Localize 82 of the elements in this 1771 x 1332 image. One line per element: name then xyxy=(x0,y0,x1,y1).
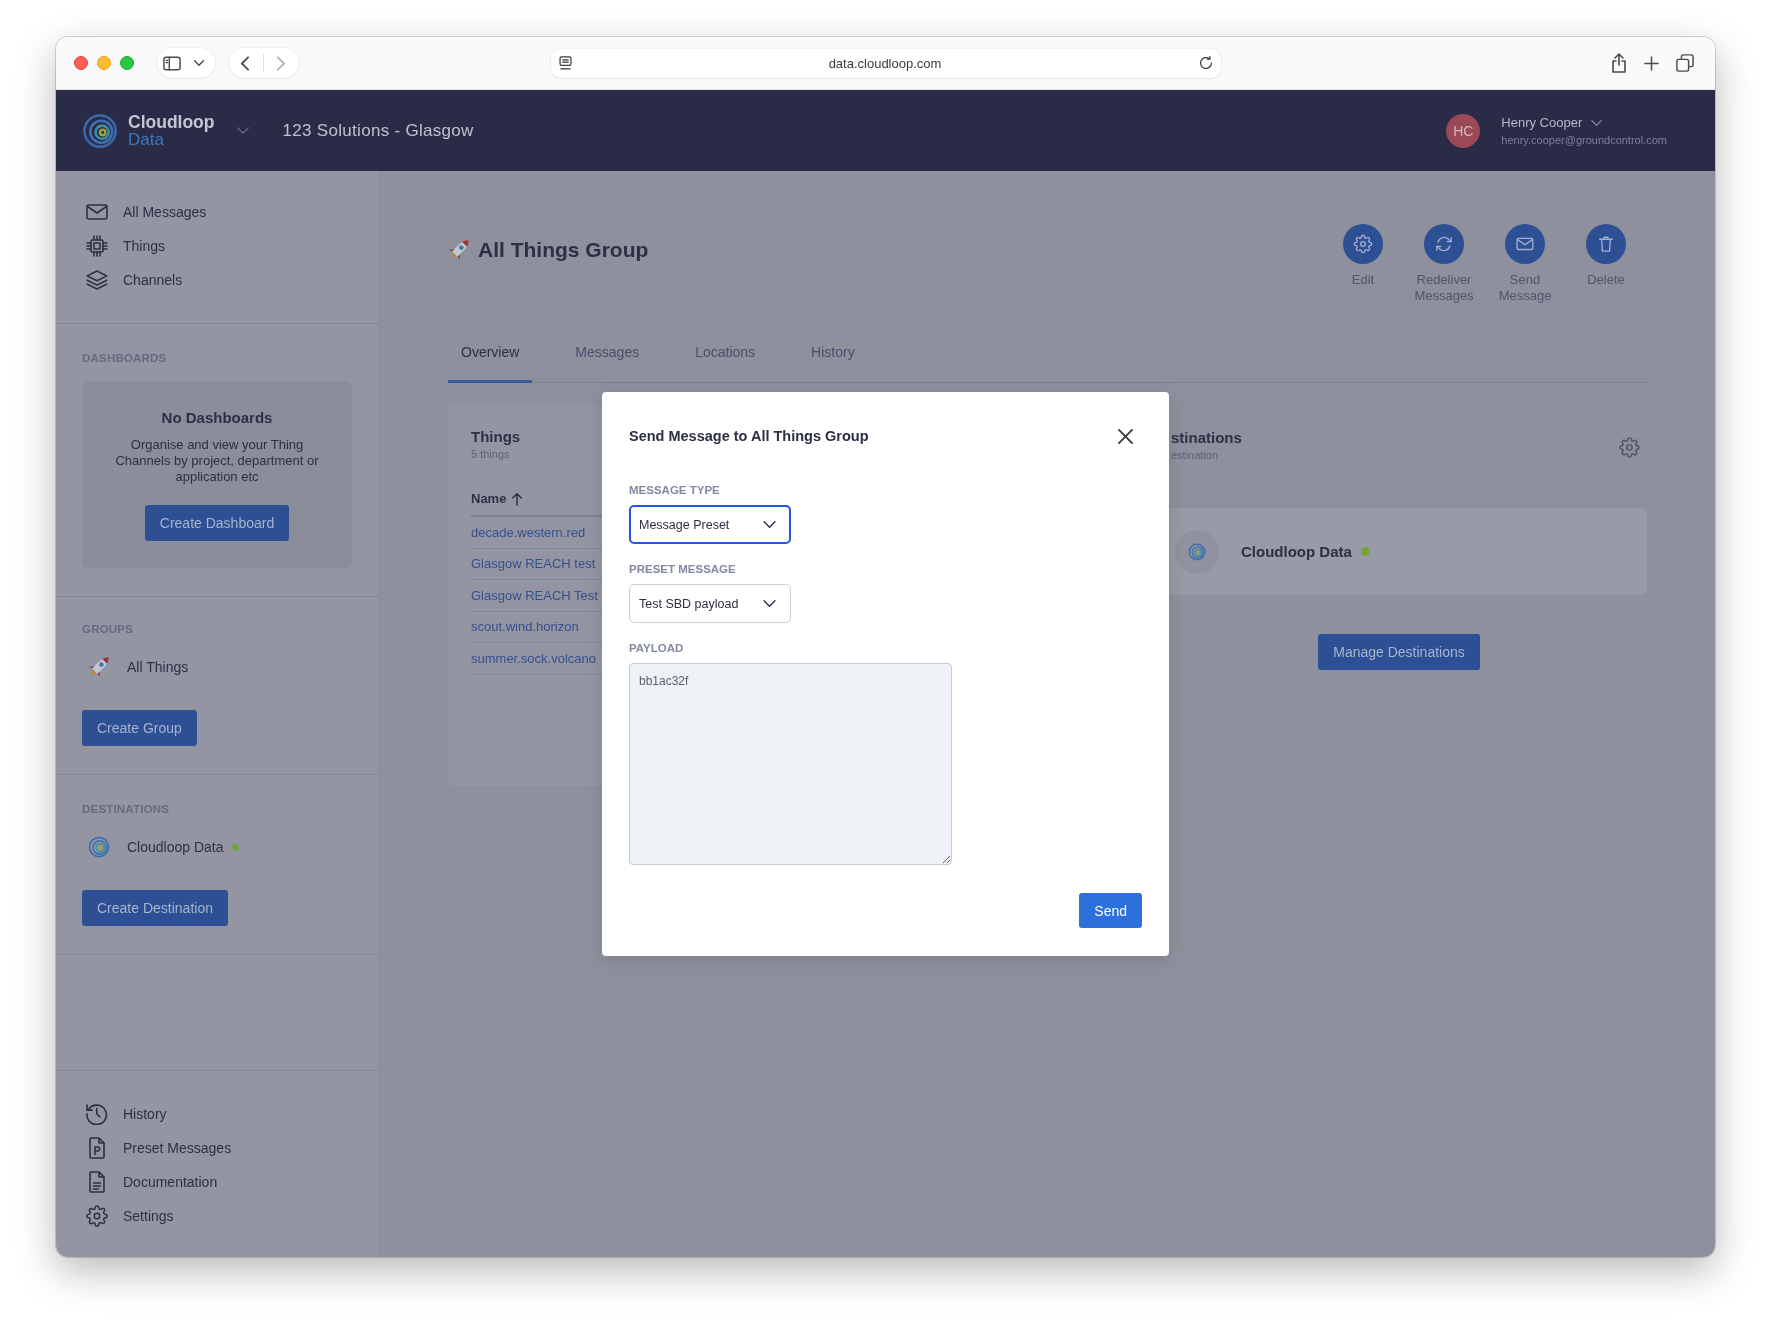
rocket-icon xyxy=(88,656,110,678)
brand-product-name: Data xyxy=(128,130,164,149)
chevron-down-icon[interactable] xyxy=(236,127,249,134)
create-group-button[interactable]: Create Group xyxy=(82,710,197,746)
mail-icon xyxy=(86,204,108,220)
close-icon[interactable] xyxy=(1118,428,1133,444)
brand-name: Cloudloop xyxy=(128,112,215,131)
action-button[interactable]: Redeliver Messages xyxy=(1409,224,1479,304)
chevron-down-icon xyxy=(194,60,204,66)
document-p-icon xyxy=(89,1137,105,1159)
history-icon xyxy=(86,1103,108,1125)
manage-destinations-button[interactable]: Manage Destinations xyxy=(1318,634,1480,670)
back-icon[interactable] xyxy=(241,55,249,71)
trash-icon xyxy=(1586,224,1626,264)
action-button[interactable]: Edit xyxy=(1328,224,1398,304)
plus-icon[interactable] xyxy=(1644,55,1659,71)
thing-link[interactable]: Glasgow REACH Test xyxy=(471,587,598,603)
field-label: PAYLOAD xyxy=(629,641,685,655)
chevron-down-icon[interactable] xyxy=(1591,119,1603,126)
rocket-icon xyxy=(448,239,470,261)
group-item[interactable]: All Things xyxy=(82,650,353,684)
sidebar-toggle-button[interactable] xyxy=(157,48,215,78)
reload-icon[interactable] xyxy=(1198,56,1213,70)
action-button[interactable]: Delete xyxy=(1571,224,1641,304)
settings-icon[interactable] xyxy=(1619,437,1640,458)
empty-state-title: No Dashboards xyxy=(161,409,273,427)
chevron-down-icon xyxy=(763,600,776,607)
field-label: MESSAGE TYPE xyxy=(629,483,721,497)
tabs-icon[interactable] xyxy=(1676,54,1694,72)
select-field[interactable]: Message Preset xyxy=(629,505,791,544)
sidebar-icon xyxy=(163,55,181,71)
user-name[interactable]: Henry Cooper xyxy=(1501,114,1583,131)
reader-icon xyxy=(558,56,572,70)
thing-link[interactable]: scout.wind.horizon xyxy=(471,619,579,635)
create-destination-button[interactable]: Create Destination xyxy=(82,890,228,926)
chevron-down-icon xyxy=(763,521,776,528)
layers-icon xyxy=(86,270,108,290)
window-close-button[interactable] xyxy=(74,56,88,70)
nav-item[interactable]: Channels xyxy=(86,263,379,297)
card-title: stinations xyxy=(1171,428,1242,448)
nav-item[interactable]: All Messages xyxy=(86,195,379,229)
user-email: henry.cooper@groundcontrol.com xyxy=(1501,132,1667,147)
field-label: PRESET MESSAGE xyxy=(629,562,737,576)
settings-icon xyxy=(86,1205,108,1227)
text-area-field[interactable]: bb1ac32f xyxy=(629,663,952,865)
tab[interactable]: Overview xyxy=(448,330,533,383)
select-field[interactable]: Test SBD payload xyxy=(629,584,791,623)
share-icon[interactable] xyxy=(1611,53,1627,73)
sort-arrow-up-icon[interactable] xyxy=(512,492,523,506)
thing-link[interactable]: summer.sock.volcano xyxy=(471,650,596,666)
tab[interactable]: Messages xyxy=(562,330,653,383)
refresh-icon xyxy=(1424,224,1464,264)
rings-logo-icon xyxy=(1175,529,1219,574)
rings-logo-icon xyxy=(88,836,110,858)
user-avatar[interactable]: HC xyxy=(1446,113,1481,148)
tab[interactable]: Locations xyxy=(682,330,769,383)
destination-item[interactable]: Cloudloop Data xyxy=(82,830,353,864)
empty-state-text: Organise and view your Thing Channels by project, department or application etc xyxy=(114,437,320,485)
settings-icon xyxy=(1343,224,1383,264)
column-header[interactable]: Name xyxy=(471,491,507,507)
thing-link[interactable]: decade.western.red xyxy=(471,524,586,540)
logo-icon xyxy=(82,112,118,149)
organization-name: 123 Solutions - Glasgow xyxy=(282,120,474,141)
nav-item[interactable]: Preset Messages xyxy=(86,1131,379,1165)
nav-item[interactable]: Settings xyxy=(86,1199,379,1233)
nav-item[interactable]: Documentation xyxy=(86,1165,379,1199)
destination-name: Cloudloop Data xyxy=(1241,543,1352,560)
nav-item[interactable]: History xyxy=(86,1097,379,1131)
thing-link[interactable]: Glasgow REACH test xyxy=(471,556,596,572)
send-button[interactable]: Send xyxy=(1079,893,1142,928)
create-dashboard-button[interactable]: Create Dashboard xyxy=(144,505,290,541)
document-icon xyxy=(89,1171,105,1193)
chip-icon xyxy=(86,235,108,257)
action-button[interactable]: Send Message xyxy=(1490,224,1560,304)
nav-item[interactable]: Things xyxy=(86,229,379,263)
page-title: All Things Group xyxy=(478,237,649,263)
mail-icon xyxy=(1505,224,1545,264)
address-bar[interactable]: data.cloudloop.com xyxy=(550,48,1221,78)
dialog-title: Send Message to All Things Group xyxy=(629,427,869,446)
card-title: Things xyxy=(471,427,521,447)
window-zoom-button[interactable] xyxy=(120,56,134,70)
tab[interactable]: History xyxy=(798,330,868,383)
